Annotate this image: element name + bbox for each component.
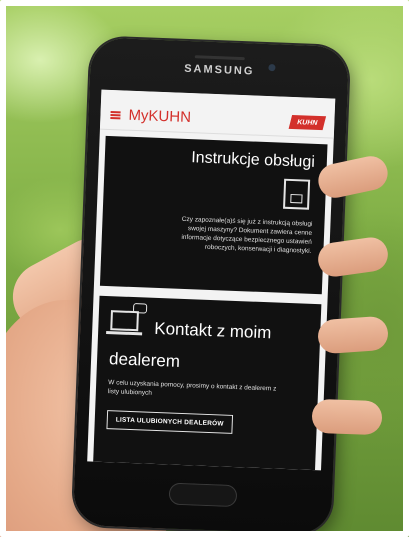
dealer-title-line2: dealerem bbox=[108, 349, 181, 371]
phone-screen: MyKUHN KUHN Instrukcje obsługi Czy zapoz… bbox=[87, 89, 336, 471]
manuals-description: Czy zapoznałe(a)ś się już z instrukcją o… bbox=[181, 215, 313, 255]
photo-background: SAMSUNG MyKUHN KUHN Instrukcje obsługi C… bbox=[0, 0, 409, 537]
menu-icon[interactable] bbox=[110, 110, 121, 119]
smartphone: SAMSUNG MyKUHN KUHN Instrukcje obsługi C… bbox=[72, 37, 350, 535]
app-title: MyKUHN bbox=[128, 106, 192, 127]
finger bbox=[311, 398, 383, 436]
manuals-card[interactable]: Instrukcje obsługi Czy zapoznałe(a)ś się… bbox=[99, 135, 328, 295]
laptop-icon bbox=[110, 310, 139, 332]
dealer-description: W celu uzyskania pomocy, prosimy o konta… bbox=[107, 379, 277, 397]
speaker-grille bbox=[194, 55, 245, 61]
dealer-card: Kontakt z moim dealerem W celu uzyskania… bbox=[93, 295, 322, 471]
dealer-title-line1: Kontakt z moim bbox=[153, 318, 272, 343]
finger bbox=[316, 315, 390, 355]
chat-bubble-icon bbox=[132, 303, 148, 314]
kuhn-logo: KUHN bbox=[288, 114, 327, 130]
phone-brand-label: SAMSUNG bbox=[183, 62, 255, 78]
manuals-title: Instrukcje obsługi bbox=[190, 149, 316, 171]
binder-icon bbox=[283, 178, 311, 210]
favourite-dealers-button[interactable]: LISTA ULUBIONYCH DEALERÓW bbox=[106, 410, 233, 434]
home-button[interactable] bbox=[168, 482, 238, 508]
